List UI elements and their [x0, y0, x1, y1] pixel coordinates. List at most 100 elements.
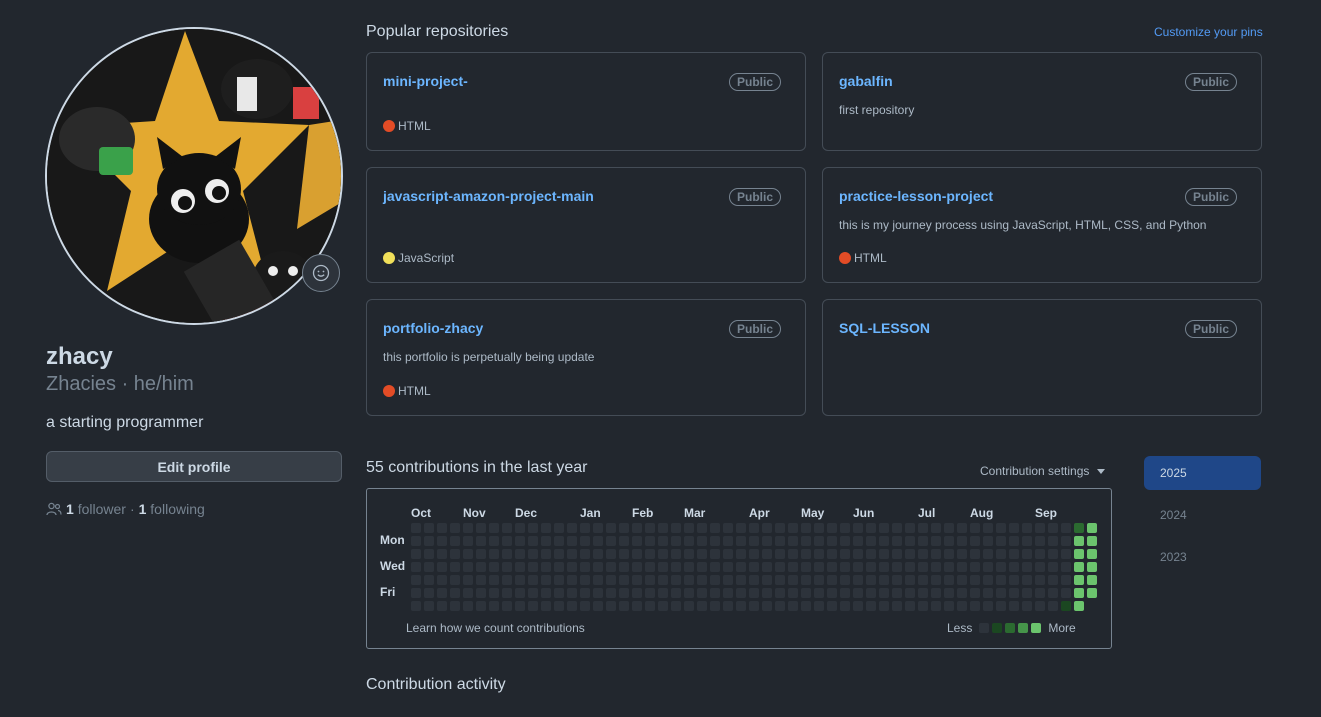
contribution-day-cell[interactable]: [879, 575, 889, 585]
contribution-day-cell[interactable]: [567, 562, 577, 572]
contribution-day-cell[interactable]: [710, 601, 720, 611]
contribution-day-cell[interactable]: [996, 523, 1006, 533]
contribution-day-cell[interactable]: [749, 575, 759, 585]
contribution-day-cell[interactable]: [567, 601, 577, 611]
contribution-day-cell[interactable]: [840, 523, 850, 533]
contribution-day-cell[interactable]: [424, 601, 434, 611]
contribution-day-cell[interactable]: [528, 601, 538, 611]
contribution-day-cell[interactable]: [476, 601, 486, 611]
contribution-day-cell[interactable]: [1074, 575, 1084, 585]
contribution-day-cell[interactable]: [944, 575, 954, 585]
contribution-day-cell[interactable]: [866, 549, 876, 559]
contribution-day-cell[interactable]: [723, 601, 733, 611]
contribution-day-cell[interactable]: [645, 601, 655, 611]
contribution-day-cell[interactable]: [502, 588, 512, 598]
contribution-day-cell[interactable]: [528, 562, 538, 572]
contribution-day-cell[interactable]: [411, 601, 421, 611]
contribution-day-cell[interactable]: [879, 601, 889, 611]
contribution-day-cell[interactable]: [489, 601, 499, 611]
contribution-day-cell[interactable]: [827, 588, 837, 598]
contribution-day-cell[interactable]: [684, 562, 694, 572]
contribution-day-cell[interactable]: [931, 549, 941, 559]
contribution-day-cell[interactable]: [593, 523, 603, 533]
contribution-day-cell[interactable]: [957, 562, 967, 572]
contribution-day-cell[interactable]: [632, 549, 642, 559]
contribution-day-cell[interactable]: [814, 562, 824, 572]
contribution-day-cell[interactable]: [567, 523, 577, 533]
contribution-day-cell[interactable]: [983, 523, 993, 533]
set-status-button[interactable]: [302, 254, 340, 292]
contribution-day-cell[interactable]: [528, 549, 538, 559]
contribution-day-cell[interactable]: [450, 562, 460, 572]
contribution-day-cell[interactable]: [775, 575, 785, 585]
contribution-day-cell[interactable]: [632, 601, 642, 611]
contribution-day-cell[interactable]: [645, 523, 655, 533]
contribution-day-cell[interactable]: [645, 588, 655, 598]
contribution-day-cell[interactable]: [827, 536, 837, 546]
following-link[interactable]: 1 following: [139, 501, 205, 517]
contribution-day-cell[interactable]: [671, 575, 681, 585]
contribution-day-cell[interactable]: [970, 575, 980, 585]
contribution-day-cell[interactable]: [619, 536, 629, 546]
contribution-day-cell[interactable]: [424, 575, 434, 585]
contribution-day-cell[interactable]: [697, 523, 707, 533]
contribution-day-cell[interactable]: [1022, 601, 1032, 611]
contribution-day-cell[interactable]: [411, 562, 421, 572]
contribution-day-cell[interactable]: [749, 601, 759, 611]
contribution-day-cell[interactable]: [671, 536, 681, 546]
contribution-day-cell[interactable]: [1035, 536, 1045, 546]
contribution-day-cell[interactable]: [1035, 588, 1045, 598]
contribution-day-cell[interactable]: [450, 523, 460, 533]
contribution-day-cell[interactable]: [437, 588, 447, 598]
contribution-day-cell[interactable]: [1061, 601, 1071, 611]
contribution-day-cell[interactable]: [983, 588, 993, 598]
contribution-day-cell[interactable]: [905, 588, 915, 598]
contribution-day-cell[interactable]: [606, 575, 616, 585]
contribution-day-cell[interactable]: [476, 562, 486, 572]
contribution-day-cell[interactable]: [1048, 575, 1058, 585]
contribution-day-cell[interactable]: [957, 601, 967, 611]
contribution-day-cell[interactable]: [437, 549, 447, 559]
contribution-day-cell[interactable]: [684, 549, 694, 559]
contribution-day-cell[interactable]: [528, 536, 538, 546]
contribution-day-cell[interactable]: [658, 549, 668, 559]
contribution-day-cell[interactable]: [697, 549, 707, 559]
contribution-day-cell[interactable]: [593, 588, 603, 598]
contribution-day-cell[interactable]: [580, 575, 590, 585]
contribution-day-cell[interactable]: [1022, 536, 1032, 546]
contribution-day-cell[interactable]: [931, 575, 941, 585]
contribution-day-cell[interactable]: [710, 588, 720, 598]
contribution-day-cell[interactable]: [1061, 588, 1071, 598]
contribution-day-cell[interactable]: [1074, 536, 1084, 546]
contribution-day-cell[interactable]: [983, 549, 993, 559]
contribution-day-cell[interactable]: [853, 562, 863, 572]
repo-name-link[interactable]: gabalfin: [839, 73, 893, 89]
contribution-day-cell[interactable]: [775, 523, 785, 533]
contribution-day-cell[interactable]: [424, 523, 434, 533]
contribution-day-cell[interactable]: [853, 588, 863, 598]
contribution-day-cell[interactable]: [918, 549, 928, 559]
contribution-day-cell[interactable]: [424, 562, 434, 572]
contribution-day-cell[interactable]: [918, 601, 928, 611]
contribution-day-cell[interactable]: [762, 575, 772, 585]
contribution-day-cell[interactable]: [489, 588, 499, 598]
contribution-day-cell[interactable]: [671, 601, 681, 611]
contribution-day-cell[interactable]: [866, 536, 876, 546]
contribution-day-cell[interactable]: [632, 562, 642, 572]
contribution-day-cell[interactable]: [801, 562, 811, 572]
repo-name-link[interactable]: javascript-amazon-project-main: [383, 188, 594, 204]
contribution-day-cell[interactable]: [879, 523, 889, 533]
contribution-day-cell[interactable]: [801, 588, 811, 598]
contribution-day-cell[interactable]: [944, 549, 954, 559]
contribution-day-cell[interactable]: [606, 601, 616, 611]
contribution-day-cell[interactable]: [1061, 562, 1071, 572]
contribution-day-cell[interactable]: [788, 549, 798, 559]
contribution-day-cell[interactable]: [918, 588, 928, 598]
contribution-day-cell[interactable]: [970, 523, 980, 533]
contribution-day-cell[interactable]: [567, 549, 577, 559]
contribution-day-cell[interactable]: [619, 523, 629, 533]
contribution-day-cell[interactable]: [541, 536, 551, 546]
contribution-day-cell[interactable]: [853, 601, 863, 611]
contribution-day-cell[interactable]: [463, 562, 473, 572]
contribution-day-cell[interactable]: [970, 549, 980, 559]
